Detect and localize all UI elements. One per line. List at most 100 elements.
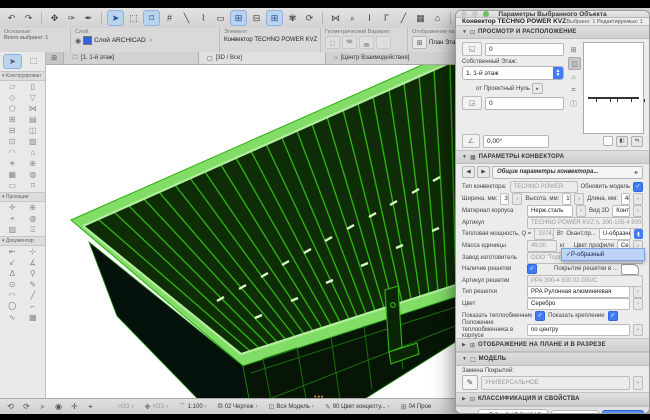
gear-icon[interactable]: ✾ [285,11,300,25]
section-view-location[interactable]: ▼ ⊡ ПРОСМОТР И РАСПОЛОЖЕНИЕ [456,25,649,39]
parameter-page-select[interactable]: Общие параметры конвектора... ▸ [492,166,643,179]
next-page-button[interactable]: ▶ [477,166,490,178]
view2d-select[interactable]: Контур [612,205,630,217]
home-icon[interactable]: ⌂ [430,11,445,25]
angle-dimension-tool-icon[interactable]: ∡ [29,258,36,268]
quick-option-model-view[interactable]: ⊞ 04 Прое [397,403,436,411]
label-tool-icon[interactable]: ⚲ [30,269,36,279]
text-cursor-icon[interactable]: Ⅰ [362,11,377,25]
camera-tool-icon[interactable]: ⌹ [30,225,35,235]
shell-tool-icon[interactable]: ⬠ [9,104,16,114]
object-tool-icon[interactable]: ⌂ [30,148,35,158]
toolbox-section-construct[interactable]: ▾ Конструирован [0,71,45,81]
polyline-tool-icon[interactable]: ╱ [30,291,35,301]
curtainwall-tool-icon[interactable]: ◠ [9,148,16,158]
spline-tool-icon[interactable]: ⌐ [30,302,35,312]
bottom-elevation-field[interactable]: 0 [485,97,564,110]
fit-icon[interactable]: ⌖ [84,402,97,412]
material-select[interactable]: Нерж.сталь [527,205,573,217]
arrow-tool-icon[interactable]: ➤ [107,10,124,26]
top-elevation-field[interactable]: 0 [485,43,564,56]
grid-view-icon[interactable]: ⊞ [266,10,283,26]
datum-menu-icon[interactable]: ▸ [532,83,543,94]
favorites-icon[interactable]: ✥ [47,11,62,25]
grille-coating-shape-button[interactable] [621,264,639,275]
stepper-icon[interactable]: › [633,376,643,390]
stepper-icon[interactable]: ▲▼ [553,67,563,79]
stepper-icon[interactable]: › [574,193,584,205]
ending-tool-icon[interactable]: ▭ [8,181,16,191]
worksheet-tool-icon[interactable]: ◍ [29,214,36,224]
toolbox-section-document[interactable]: ▾ Документир [0,236,45,246]
fill-tool-icon[interactable]: ⊙ [9,280,16,290]
hotspot-tool-icon[interactable]: ∿ [9,313,16,323]
look-icon[interactable]: ◉ [52,402,65,411]
table-icon[interactable]: ⊟ [249,11,264,25]
layers-icon[interactable]: ⊞ [230,10,247,26]
text-tool-icon[interactable]: Δ [10,269,15,279]
prev-page-button[interactable]: ◀ [462,166,475,178]
corner-tool-icon[interactable]: ⌑ [31,181,35,191]
slab-tool-icon[interactable]: ⊞ [9,115,16,125]
window-tool-icon[interactable]: ◇ [9,93,15,103]
guide-line-icon[interactable]: ╲ [179,11,194,25]
edge-profile-select[interactable]: U-образный [599,228,631,240]
skylight-tool-icon[interactable]: ◍ [29,170,36,180]
arrow-select-tool[interactable]: ➤ [3,54,22,69]
object-preview[interactable] [583,42,644,134]
level-dimension-tool-icon[interactable]: ⊹ [29,247,36,257]
rotation-angle-field[interactable]: 0,00° [483,135,549,148]
schedule-icon[interactable]: ▦ [413,11,428,25]
show-hx-checkbox[interactable]: ✓ [535,311,545,321]
quick-option-renovation[interactable]: НЗЗ› [114,404,138,410]
stepper-icon[interactable]: › [576,205,586,217]
inject-parameters-icon[interactable]: ✒ [81,11,96,25]
hx-position-select[interactable]: по центру [527,324,630,336]
home-story-select[interactable]: 1. 1-й этаж ▲▼ [462,66,564,80]
interior-elevation-tool-icon[interactable]: ⌖ [10,214,15,224]
pan-icon[interactable]: ✛ [68,402,81,411]
quick-option-dimension[interactable]: ✥ НЗЗ› [141,403,172,411]
toolbox-section-projections[interactable]: ▾ Проекции [0,192,45,202]
pen-icon[interactable]: ⌇ [196,11,211,25]
arc-tool-icon[interactable]: ◠ [9,291,16,301]
morph-tool-icon[interactable]: ▦ [8,170,16,180]
elevation-tool-icon[interactable]: ⊕ [29,203,36,213]
stepper-icon[interactable]: ▲▼ [634,229,643,239]
undo-icon[interactable]: ↶ [4,11,19,25]
tab-3d-all[interactable]: ▢ [3D / Все] [199,52,326,64]
stair-tool-icon[interactable]: ⊟ [9,126,16,136]
panel-titlebar[interactable]: Параметры Выбранного Объекта [456,11,649,18]
paintbrush-icon[interactable]: ✎ [462,375,478,390]
update-model-checkbox[interactable]: ✓ [633,182,643,192]
trim-icon[interactable]: ⋈ [328,11,343,25]
opening-tool-icon[interactable]: ⊕ [29,159,36,169]
section-plan-section-display[interactable]: ▶ ⊞ ОТОБРАЖЕНИЕ НА ПЛАНЕ И В РАЗРЕЗЕ [456,338,649,352]
beam-tool-icon[interactable]: ⋈ [29,104,37,114]
detail-tool-icon[interactable]: ▨ [8,225,16,235]
section-model[interactable]: ▼ ▢ МОДЕЛЬ [456,352,649,366]
mirror-button[interactable]: ◧ [616,136,628,147]
slash-icon[interactable]: ╱ [396,11,411,25]
redo-icon[interactable]: ↷ [21,11,36,25]
section-convector-params[interactable]: ▼ ▦ ПАРАМЕТРЫ КОНВЕКТОРА [456,150,649,164]
preview-3d-icon[interactable]: ⌗ [568,85,579,96]
marquee-tool[interactable]: ⬚ [25,54,42,67]
railing-tool-icon[interactable]: ◫ [29,126,37,136]
marquee-tool-icon[interactable]: ⬚ [126,11,141,25]
reset-button[interactable]: ⇋ [631,136,643,147]
navigator-grid-icon[interactable]: ⊞ [45,52,64,64]
quick-option-pen-set[interactable]: ✎ 90 Цвет концепту...› [321,403,394,411]
box-tool-icon[interactable]: ▭ [213,11,228,25]
mirror-checkbox[interactable] [603,136,613,146]
element-name[interactable]: Конвектор TECHNO POWER KVZ [224,37,317,43]
stepper-icon[interactable]: › [633,324,643,336]
door-tool-icon[interactable]: ▯ [31,82,35,92]
tab-floor-plan[interactable]: 🗀 [1. 1-й этаж] [64,52,199,64]
quick-option-structure-display[interactable]: ⊡ Вся Модель› [265,403,318,411]
color-select[interactable]: Серебро [527,298,630,310]
orbit-icon[interactable]: ⟲ [4,402,17,411]
column-tool-icon[interactable]: ▤ [29,115,37,125]
lasso-tool-icon[interactable]: ⌑ [143,10,160,26]
menu-item-p-profile[interactable]: ✓ Р-образный [562,249,644,260]
